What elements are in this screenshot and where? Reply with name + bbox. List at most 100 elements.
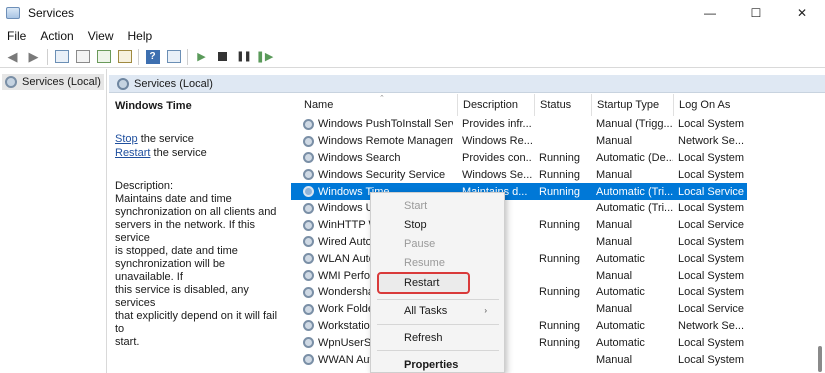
service-status-text: Running bbox=[539, 185, 580, 198]
service-logon-text: Local System bbox=[678, 235, 745, 248]
service-cell-startup: Automatic bbox=[596, 250, 673, 267]
restart-action-line: Restart the service bbox=[115, 146, 285, 160]
service-cell-status bbox=[539, 116, 591, 133]
help-icon[interactable]: ? bbox=[144, 48, 161, 65]
description-line: synchronization on all clients and bbox=[115, 206, 277, 218]
service-cell-status bbox=[539, 200, 591, 217]
refresh-icon[interactable] bbox=[95, 48, 112, 65]
service-cell-startup: Automatic (De... bbox=[596, 150, 673, 167]
service-gear-icon bbox=[303, 118, 314, 130]
service-desc-text: Windows Re... bbox=[462, 135, 532, 148]
menu-view[interactable]: View bbox=[81, 29, 121, 43]
service-cell-status bbox=[539, 267, 591, 284]
minimize-button[interactable]: — bbox=[687, 0, 733, 26]
window-title: Services bbox=[28, 6, 75, 20]
column-header-startup-type[interactable]: Startup Type bbox=[592, 94, 672, 116]
context-menu-stop[interactable]: Stop bbox=[377, 215, 499, 234]
restart-service-icon[interactable]: ❚▶ bbox=[256, 48, 274, 65]
console-tree-icon[interactable] bbox=[53, 48, 70, 65]
panel-header: Services (Local) bbox=[109, 75, 825, 93]
stop-service-icon[interactable] bbox=[214, 48, 231, 65]
service-startup-text: Automatic bbox=[596, 252, 645, 265]
description-line: start. bbox=[115, 336, 140, 348]
stop-link-suffix: the service bbox=[137, 133, 194, 145]
service-cell-startup: Manual bbox=[596, 351, 673, 368]
close-button[interactable]: ✕ bbox=[779, 0, 825, 26]
menu-help[interactable]: Help bbox=[121, 29, 160, 43]
context-menu-properties[interactable]: Properties bbox=[377, 355, 499, 373]
service-desc-text: Windows Se... bbox=[462, 168, 532, 181]
window-controls: — ☐ ✕ bbox=[687, 0, 825, 26]
service-cell-logon: Local System bbox=[678, 267, 756, 284]
tree-item-services-local[interactable]: Services (Local) bbox=[2, 74, 104, 90]
service-gear-icon bbox=[303, 219, 314, 231]
service-gear-icon bbox=[303, 270, 314, 282]
maximize-button[interactable]: ☐ bbox=[733, 0, 779, 26]
column-header-description[interactable]: Description bbox=[458, 94, 533, 116]
context-menu-resume[interactable]: Resume bbox=[377, 253, 499, 272]
menu-bar: File Action View Help bbox=[0, 26, 825, 46]
menu-file[interactable]: File bbox=[0, 29, 33, 43]
stop-service-link[interactable]: Stop bbox=[115, 133, 138, 145]
export-icon[interactable] bbox=[116, 48, 133, 65]
description-line: this service is disabled, any services bbox=[115, 284, 249, 309]
start-service-icon[interactable]: ▶ bbox=[193, 48, 210, 65]
service-logon-text: Local System bbox=[678, 151, 745, 164]
back-icon[interactable]: ◀ bbox=[4, 48, 21, 65]
service-cell-status: Running bbox=[539, 183, 591, 200]
context-menu-refresh[interactable]: Refresh bbox=[377, 328, 499, 347]
service-gear-icon bbox=[303, 236, 314, 248]
service-startup-text: Manual bbox=[596, 353, 633, 366]
service-cell-name: Windows Security Service bbox=[303, 166, 453, 183]
service-startup-text: Manual bbox=[596, 269, 633, 282]
service-name-text: Windows Security Service bbox=[318, 168, 446, 181]
service-startup-text: Automatic bbox=[596, 286, 645, 299]
column-header-name[interactable]: Name bbox=[299, 94, 454, 116]
service-cell-status: Running bbox=[539, 166, 591, 183]
service-name-text: Windows U bbox=[318, 202, 374, 215]
restart-service-link[interactable]: Restart bbox=[115, 147, 150, 159]
service-row[interactable]: Windows Security Service Windows Se... Run… bbox=[291, 166, 825, 183]
services-app-icon bbox=[6, 7, 20, 19]
context-menu-pause[interactable]: Pause bbox=[377, 234, 499, 253]
service-row[interactable]: Windows PushToInstall Servi... Provides i… bbox=[291, 116, 825, 133]
service-cell-logon: Local System bbox=[678, 116, 756, 133]
pause-service-icon[interactable]: ❚❚ bbox=[235, 48, 252, 65]
service-cell-desc: Provides infr... bbox=[462, 116, 532, 133]
context-menu-start[interactable]: Start bbox=[377, 196, 499, 215]
context-menu-restart[interactable]: Restart bbox=[377, 272, 470, 294]
context-menu-separator bbox=[377, 324, 499, 325]
service-name-text: Windows Search bbox=[318, 151, 401, 164]
service-cell-startup: Automatic bbox=[596, 334, 673, 351]
service-cell-desc: Windows Se... bbox=[462, 166, 532, 183]
menu-action[interactable]: Action bbox=[33, 29, 80, 43]
column-header-log-on-as[interactable]: Log On As bbox=[674, 94, 754, 116]
properties-icon[interactable] bbox=[74, 48, 91, 65]
service-logon-text: Local System bbox=[678, 269, 745, 282]
scrollbar-thumb[interactable] bbox=[818, 346, 822, 372]
service-gear-icon bbox=[303, 152, 314, 164]
service-row[interactable]: Windows TimeMaintains d...RunningAutomat… bbox=[291, 183, 747, 200]
service-cell-startup: Manual bbox=[596, 301, 673, 318]
show-hide-icon[interactable] bbox=[165, 48, 182, 65]
service-name-text: Windows Remote Managem... bbox=[318, 135, 453, 148]
service-logon-text: Local System bbox=[678, 286, 745, 299]
service-gear-icon bbox=[303, 253, 314, 265]
context-menu-all-tasks[interactable]: All Tasks › bbox=[377, 301, 499, 320]
toolbar-separator bbox=[187, 48, 188, 65]
service-gear-icon bbox=[303, 354, 314, 366]
service-cell-startup: Automatic (Tri... bbox=[596, 183, 673, 200]
description-line: synchronization will be unavailable. If bbox=[115, 258, 226, 283]
service-cell-logon: Network Se... bbox=[678, 318, 756, 335]
service-status-text: Running bbox=[539, 151, 580, 164]
vertical-scrollbar[interactable] bbox=[815, 94, 825, 373]
service-cell-status bbox=[539, 234, 591, 251]
service-logon-text: Network Se... bbox=[678, 319, 745, 332]
service-row[interactable]: Windows Remote Managem... Windows Re... Ma… bbox=[291, 133, 825, 150]
service-row[interactable]: Windows Search Provides con... Running Auto… bbox=[291, 150, 825, 167]
service-startup-text: Automatic (Tri... bbox=[596, 185, 673, 198]
forward-icon[interactable]: ▶ bbox=[25, 48, 42, 65]
service-cell-logon: Local Service bbox=[678, 301, 756, 318]
column-header-status[interactable]: Status bbox=[535, 94, 590, 116]
service-desc-text: Provides infr... bbox=[462, 118, 532, 131]
